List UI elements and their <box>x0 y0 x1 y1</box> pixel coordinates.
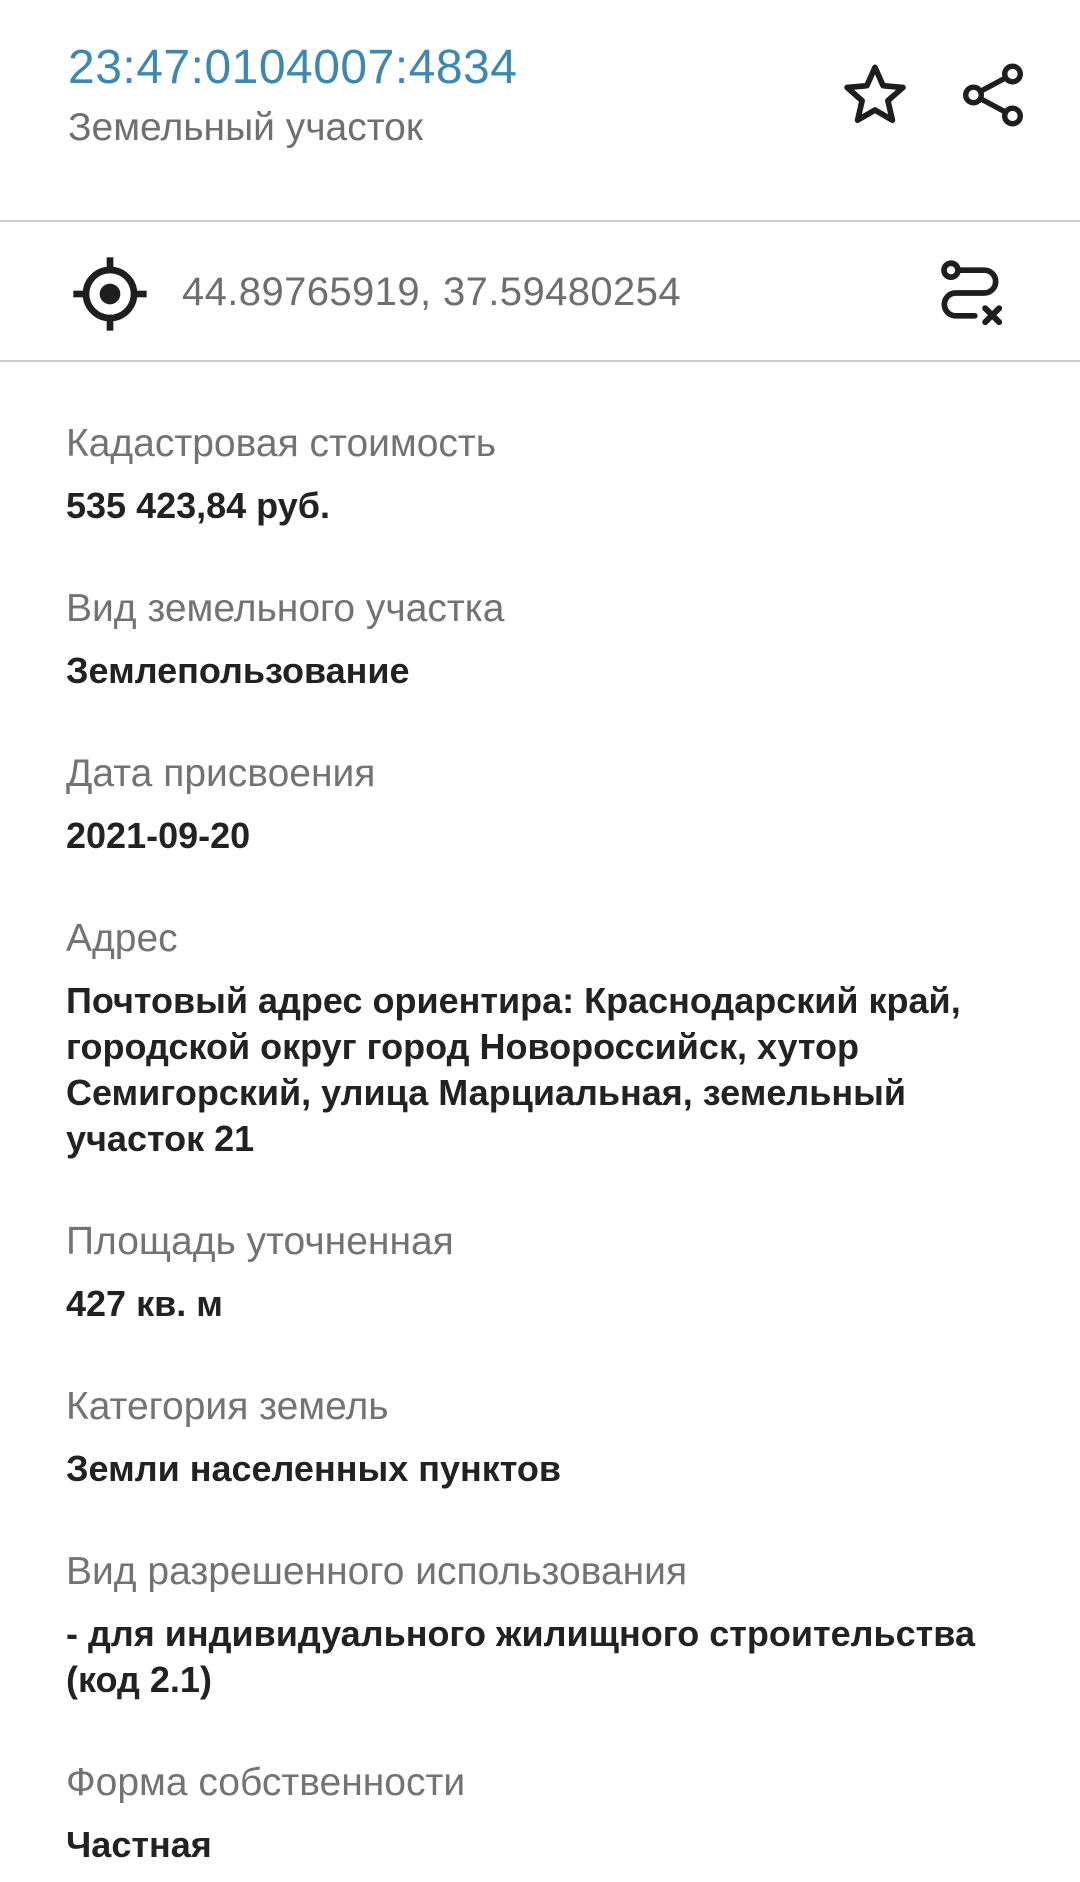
field-label: Площадь уточненная <box>66 1220 454 1263</box>
field-value: Почтовый адрес ориентира: Краснодарский … <box>66 980 961 1159</box>
property-details: Кадастровая стоимость 535 423,84 руб. Ви… <box>66 362 1026 1868</box>
field-ownership: Форма собственности Частная <box>66 1703 1026 1868</box>
object-type: Земельный участок <box>68 106 423 149</box>
coordinates-row: 44.89765919, 37.59480254 <box>0 222 1080 362</box>
star-outline-icon <box>844 64 906 124</box>
field-value: - для индивидуального жилищного строител… <box>66 1613 975 1700</box>
favorite-button[interactable] <box>830 50 920 140</box>
field-permitted-use: Вид разрешенного использования - для инд… <box>66 1492 1026 1703</box>
cadastral-number[interactable]: 23:47:0104007:4834 <box>68 40 517 96</box>
field-assignment-date: Дата присвоения 2021-09-20 <box>66 694 1026 859</box>
field-value: Частная <box>66 1824 212 1865</box>
field-label: Форма собственности <box>66 1761 466 1804</box>
route-cancel-icon <box>941 260 1003 326</box>
field-land-type: Вид земельного участка Землепользование <box>66 529 1026 694</box>
share-button[interactable] <box>948 50 1038 140</box>
share-icon <box>963 63 1023 127</box>
field-value: 427 кв. м <box>66 1283 223 1324</box>
route-button[interactable] <box>925 248 1015 338</box>
field-area: Площадь уточненная 427 кв. м <box>66 1162 1026 1327</box>
target-icon[interactable] <box>70 254 150 334</box>
field-value: 2021-09-20 <box>66 815 251 856</box>
field-value: Землепользование <box>66 650 410 691</box>
field-land-category: Категория земель Земли населенных пункто… <box>66 1327 1026 1492</box>
field-value: 535 423,84 руб. <box>66 485 330 526</box>
field-value: Земли населенных пунктов <box>66 1448 562 1489</box>
field-label: Адрес <box>66 917 178 960</box>
field-cadastral-value: Кадастровая стоимость 535 423,84 руб. <box>66 362 1026 529</box>
field-address: Адрес Почтовый адрес ориентира: Краснода… <box>66 859 1026 1162</box>
field-label: Вид разрешенного использования <box>66 1550 688 1593</box>
field-label: Дата присвоения <box>66 752 376 795</box>
coordinates-text[interactable]: 44.89765919, 37.59480254 <box>182 267 681 317</box>
field-label: Вид земельного участка <box>66 587 505 630</box>
field-label: Категория земель <box>66 1385 389 1428</box>
field-label: Кадастровая стоимость <box>66 422 497 465</box>
object-header: 23:47:0104007:4834 Земельный участок <box>0 0 1080 222</box>
